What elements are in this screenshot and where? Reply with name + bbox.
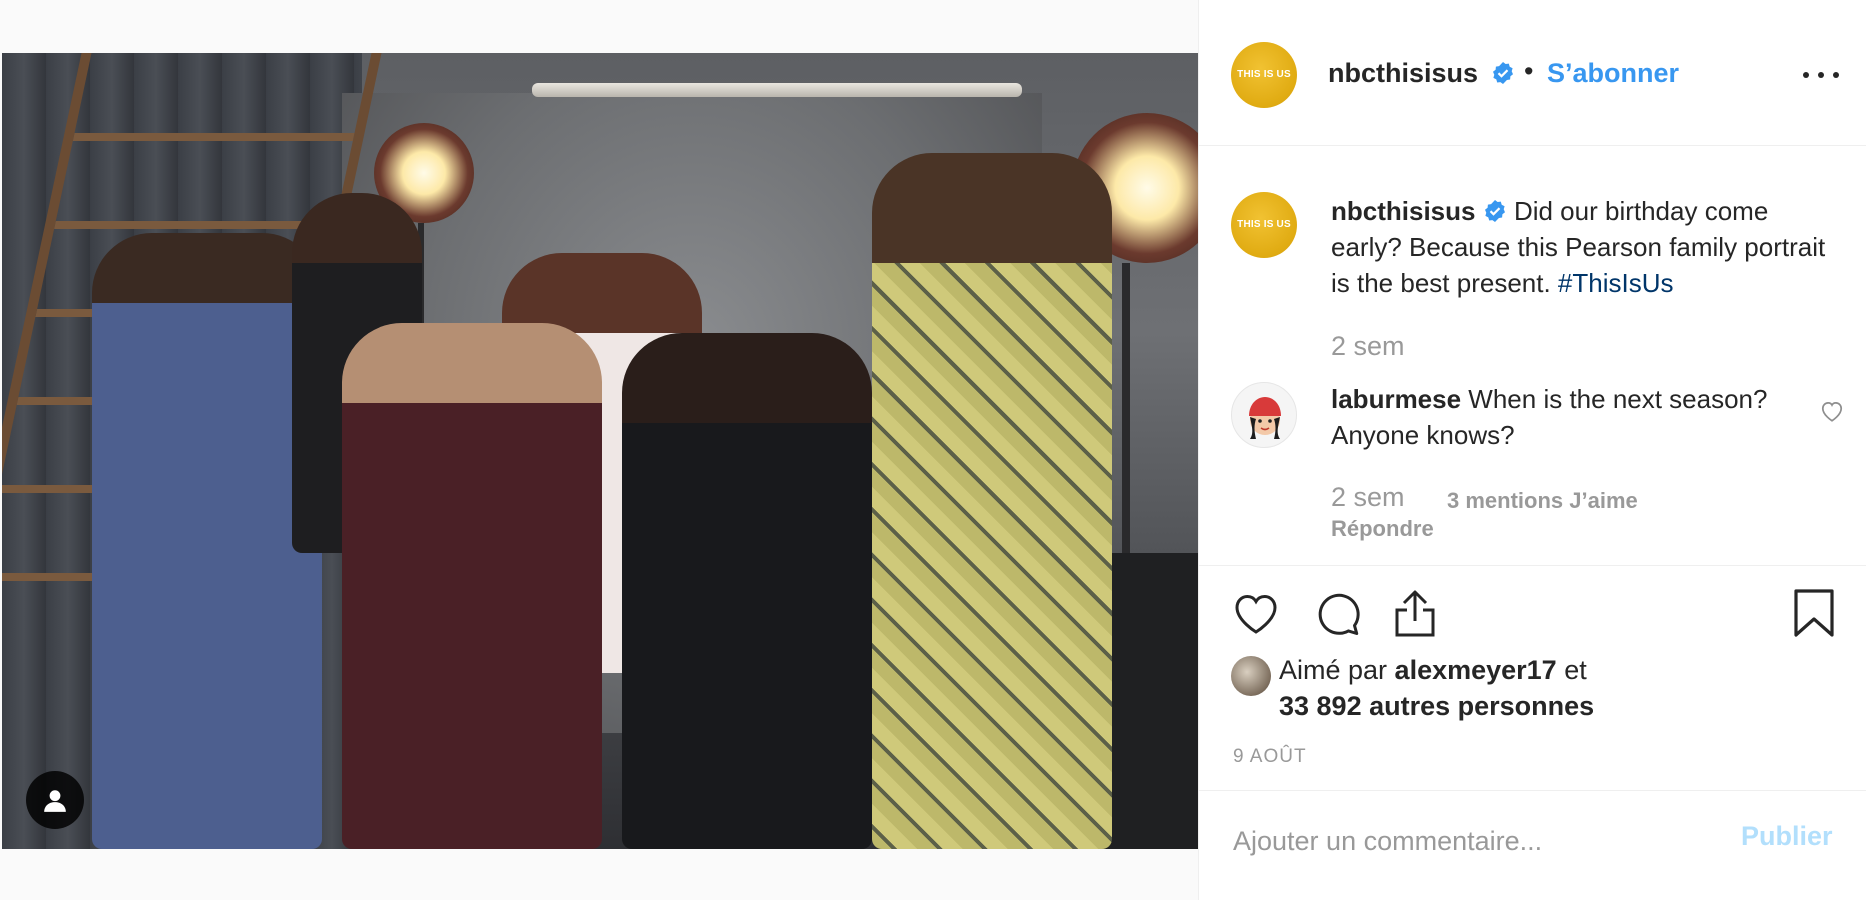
post-header: THIS IS US nbcthisisus • S’abonner bbox=[1199, 0, 1866, 146]
post-actions-bar bbox=[1199, 566, 1866, 666]
publish-button[interactable]: Publier bbox=[1741, 821, 1833, 852]
memoji-avatar-icon bbox=[1249, 397, 1281, 439]
tagged-users-button[interactable] bbox=[26, 771, 84, 829]
comment-text: laburmese When is the next season? Anyon… bbox=[1331, 381, 1791, 453]
comments-section: THIS IS US nbcthisisus Did our birthday … bbox=[1199, 146, 1866, 566]
account-username[interactable]: nbcthisisus bbox=[1328, 58, 1478, 89]
comment-likes-count[interactable]: 3 mentions J’aime bbox=[1447, 488, 1638, 514]
avatar-logo-text: THIS IS US bbox=[1237, 219, 1291, 230]
caption-username[interactable]: nbcthisisus bbox=[1331, 196, 1475, 226]
photo-person bbox=[872, 153, 1112, 849]
more-options-icon[interactable] bbox=[1803, 60, 1839, 90]
liker-avatar[interactable] bbox=[1231, 656, 1271, 696]
photo-person bbox=[92, 233, 322, 849]
comment-username[interactable]: laburmese bbox=[1331, 384, 1461, 414]
caption-timestamp[interactable]: 2 sem bbox=[1331, 331, 1405, 362]
liker-username[interactable]: alexmeyer17 bbox=[1395, 655, 1557, 685]
likes-mid: et bbox=[1556, 655, 1587, 685]
likes-others-link[interactable]: 33 892 autres personnes bbox=[1279, 691, 1594, 721]
bookmark-icon[interactable] bbox=[1793, 588, 1835, 638]
account-avatar[interactable]: THIS IS US bbox=[1231, 42, 1297, 108]
likes-summary: Aimé par alexmeyer17 et 33 892 autres pe… bbox=[1199, 652, 1866, 732]
reply-button[interactable]: Répondre bbox=[1331, 516, 1434, 542]
add-comment-bar: Publier bbox=[1199, 790, 1866, 900]
caption-avatar[interactable]: THIS IS US bbox=[1231, 192, 1297, 258]
share-icon[interactable] bbox=[1391, 588, 1439, 638]
photo-backdrop-rod bbox=[532, 83, 1022, 97]
like-icon[interactable] bbox=[1231, 590, 1281, 638]
post-photo[interactable] bbox=[2, 53, 1198, 849]
comment-icon[interactable] bbox=[1313, 590, 1361, 638]
caption-hashtag[interactable]: #ThisIsUs bbox=[1558, 268, 1674, 298]
comment-input[interactable] bbox=[1233, 821, 1693, 861]
person-icon bbox=[44, 790, 66, 812]
avatar-logo-text: THIS IS US bbox=[1237, 69, 1291, 80]
likes-prefix: Aimé par bbox=[1279, 655, 1395, 685]
photo-person bbox=[622, 333, 872, 849]
instagram-post: THIS IS US nbcthisisus • S’abonner THIS … bbox=[0, 0, 1866, 900]
caption-text: nbcthisisus Did our birthday come early?… bbox=[1331, 193, 1841, 301]
post-date[interactable]: 9 août bbox=[1233, 746, 1307, 768]
follow-button[interactable]: S’abonner bbox=[1547, 58, 1679, 89]
verified-badge-icon bbox=[1491, 61, 1515, 87]
comment-timestamp[interactable]: 2 sem bbox=[1331, 482, 1405, 513]
likes-text: Aimé par alexmeyer17 et 33 892 autres pe… bbox=[1279, 652, 1839, 724]
post-sidebar: THIS IS US nbcthisisus • S’abonner THIS … bbox=[1198, 0, 1866, 900]
verified-badge-icon bbox=[1484, 200, 1505, 222]
header-separator: • bbox=[1524, 56, 1534, 86]
commenter-avatar[interactable] bbox=[1231, 382, 1297, 448]
comment-like-icon[interactable] bbox=[1819, 398, 1845, 424]
photo-person bbox=[342, 323, 602, 849]
